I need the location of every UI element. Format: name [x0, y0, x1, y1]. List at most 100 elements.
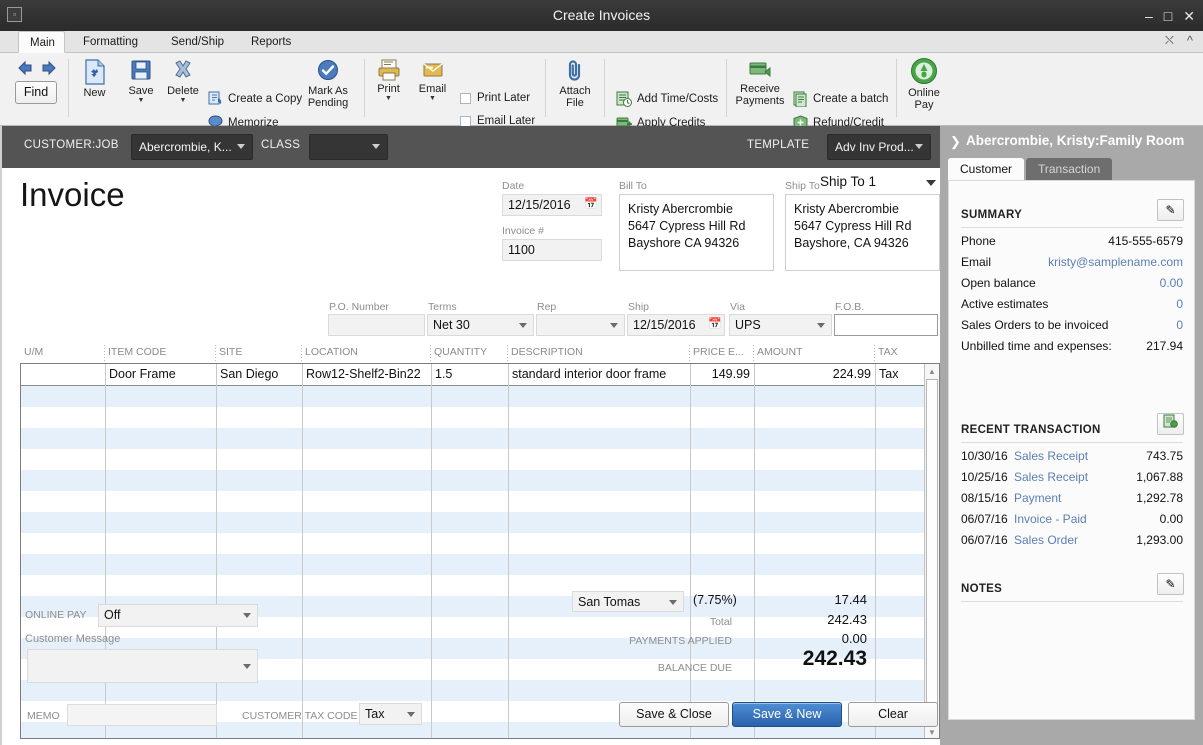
grid-scrollbar[interactable]: ▲ ▼: [924, 364, 939, 739]
cell-price[interactable]: 149.99: [690, 364, 754, 385]
collapse-ribbon-icon[interactable]: ^: [1187, 33, 1193, 48]
save-dropdown-icon[interactable]: ▼: [122, 97, 160, 104]
table-row[interactable]: [21, 491, 926, 512]
transaction-type[interactable]: Sales Receipt: [1014, 470, 1088, 484]
notes-content[interactable]: [961, 609, 1183, 709]
table-row[interactable]: Door Frame San Diego Row12-Shelf2-Bin22 …: [21, 364, 926, 385]
summary-value-sales-orders[interactable]: 0: [1176, 318, 1183, 332]
tax-code-select[interactable]: San Tomas: [572, 591, 684, 612]
memo-field[interactable]: [67, 704, 217, 726]
table-row[interactable]: [21, 386, 926, 407]
chevron-down-icon[interactable]: [817, 323, 825, 328]
find-button[interactable]: Find: [15, 81, 57, 104]
terms-select[interactable]: Net 30: [427, 314, 534, 336]
save-and-new-button[interactable]: Save & New: [732, 702, 842, 727]
table-row[interactable]: [21, 554, 926, 575]
tab-send-ship[interactable]: Send/Ship: [160, 31, 235, 53]
report-icon[interactable]: [1157, 413, 1184, 435]
transaction-type[interactable]: Sales Receipt: [1014, 449, 1088, 463]
email-dropdown-icon[interactable]: ▼: [414, 95, 451, 102]
maximize-icon[interactable]: □: [1164, 9, 1172, 23]
table-row[interactable]: [21, 512, 926, 533]
create-a-batch-button[interactable]: Create a batch: [793, 91, 888, 107]
expand-ribbon-icon[interactable]: ⛌: [1165, 33, 1174, 48]
online-pay-select[interactable]: Off: [98, 604, 258, 627]
customer-tax-code-select[interactable]: Tax: [359, 703, 422, 725]
delete-button[interactable]: Delete ▼: [163, 59, 203, 104]
receive-payments-button[interactable]: Receive Payments: [733, 59, 787, 107]
class-select[interactable]: [309, 134, 388, 160]
save-button[interactable]: Save ▼: [122, 59, 160, 104]
new-button[interactable]: ✦ New: [76, 59, 113, 99]
chevron-down-icon[interactable]: [372, 144, 380, 149]
bill-to-field[interactable]: Kristy Abercrombie 5647 Cypress Hill Rd …: [619, 194, 774, 271]
recent-transaction-row[interactable]: 06/07/16 Invoice - Paid 0.00: [961, 512, 1183, 531]
chevron-down-icon[interactable]: [519, 323, 527, 328]
recent-transaction-row[interactable]: 10/25/16 Sales Receipt 1,067.88: [961, 470, 1183, 489]
chevron-right-icon[interactable]: ❯: [950, 134, 961, 150]
customer-job-select[interactable]: Abercrombie, K...: [131, 134, 253, 160]
add-time-costs-button[interactable]: Add Time/Costs: [616, 91, 718, 107]
print-dropdown-icon[interactable]: ▼: [372, 95, 405, 102]
table-row[interactable]: [21, 428, 926, 449]
chevron-down-icon[interactable]: [237, 144, 245, 149]
mark-as-pending-button[interactable]: Mark As Pending: [300, 59, 356, 109]
ship-to-field[interactable]: Kristy Abercrombie 5647 Cypress Hill Rd …: [785, 194, 940, 271]
tab-main[interactable]: Main: [18, 31, 65, 53]
chevron-down-icon[interactable]: [915, 144, 923, 149]
close-icon[interactable]: ✕: [1183, 9, 1195, 23]
fob-field[interactable]: [834, 314, 938, 336]
forward-arrow-icon[interactable]: [40, 60, 58, 76]
chevron-down-icon[interactable]: [610, 323, 618, 328]
create-a-copy-button[interactable]: Create a Copy: [208, 91, 302, 106]
tab-transaction[interactable]: Transaction: [1026, 158, 1112, 180]
recent-transaction-row[interactable]: 08/15/16 Payment 1,292.78: [961, 491, 1183, 510]
customer-message-select[interactable]: [27, 649, 258, 683]
delete-dropdown-icon[interactable]: ▼: [163, 97, 203, 104]
invoice-no-field[interactable]: 1100: [502, 239, 602, 261]
scroll-up-arrow-icon[interactable]: ▲: [926, 365, 938, 378]
attach-file-button[interactable]: Attach File: [554, 59, 596, 109]
edit-pencil-icon[interactable]: ✎: [1157, 199, 1184, 221]
table-row[interactable]: [21, 470, 926, 491]
cell-location[interactable]: Row12-Shelf2-Bin22: [302, 364, 431, 385]
back-arrow-icon[interactable]: [16, 60, 34, 76]
chevron-down-icon[interactable]: [407, 712, 415, 717]
scrollbar-thumb[interactable]: [926, 379, 938, 715]
calendar-icon[interactable]: 📅: [584, 197, 598, 210]
table-row[interactable]: [21, 449, 926, 470]
transaction-type[interactable]: Sales Order: [1014, 533, 1078, 547]
chevron-down-icon[interactable]: [243, 664, 251, 669]
chevron-down-icon[interactable]: [243, 613, 251, 618]
minimize-icon[interactable]: –: [1145, 9, 1153, 23]
summary-value-open-balance[interactable]: 0.00: [1160, 276, 1183, 290]
table-row[interactable]: [21, 407, 926, 428]
cell-um[interactable]: [21, 364, 105, 385]
summary-value-active-estimates[interactable]: 0: [1176, 297, 1183, 311]
cell-item-code[interactable]: Door Frame: [105, 364, 216, 385]
cell-site[interactable]: San Diego: [216, 364, 302, 385]
cell-tax[interactable]: Tax: [875, 364, 926, 385]
email-button[interactable]: Email ▼: [414, 59, 451, 102]
transaction-type[interactable]: Invoice - Paid: [1014, 512, 1087, 526]
tab-reports[interactable]: Reports: [240, 31, 302, 53]
tab-customer[interactable]: Customer: [948, 158, 1024, 180]
cell-amount[interactable]: 224.99: [754, 364, 875, 385]
transaction-type[interactable]: Payment: [1014, 491, 1061, 505]
recent-transaction-row[interactable]: 10/30/16 Sales Receipt 743.75: [961, 449, 1183, 468]
email-later-checkbox-box[interactable]: [460, 116, 471, 127]
online-pay-button[interactable]: Online Pay: [902, 57, 946, 111]
recent-transaction-row[interactable]: 06/07/16 Sales Order 1,293.00: [961, 533, 1183, 552]
scroll-down-arrow-icon[interactable]: ▼: [926, 726, 938, 739]
po-number-field[interactable]: [328, 314, 425, 336]
clear-button[interactable]: Clear: [848, 702, 938, 727]
print-later-checkbox-box[interactable]: [460, 93, 471, 104]
template-select[interactable]: Adv Inv Prod...: [827, 134, 931, 160]
cell-quantity[interactable]: 1.5: [431, 364, 508, 385]
summary-value-email[interactable]: kristy@samplename.com: [1048, 255, 1183, 269]
table-row[interactable]: [21, 680, 926, 701]
save-and-close-button[interactable]: Save & Close: [619, 702, 729, 727]
edit-pencil-icon[interactable]: ✎: [1157, 573, 1184, 595]
rep-select[interactable]: [536, 314, 625, 336]
table-row[interactable]: [21, 533, 926, 554]
